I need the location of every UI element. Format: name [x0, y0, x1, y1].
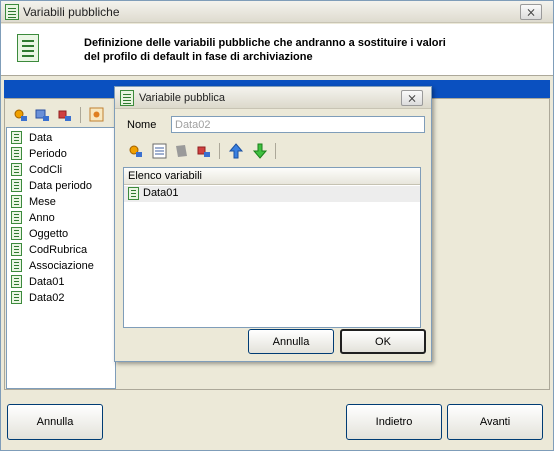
document-green-icon [11, 243, 22, 256]
variables-list[interactable]: Elenco variabili Data01 [123, 167, 421, 328]
list-item[interactable]: Data01 [124, 186, 420, 202]
document-green-icon [11, 195, 22, 208]
dialog-close-button[interactable]: ⨯ [401, 90, 423, 106]
toolbar-separator [275, 143, 276, 159]
delete-icon[interactable] [195, 142, 213, 160]
list-icon[interactable] [151, 142, 169, 160]
add-icon[interactable] [127, 142, 145, 160]
edit-icon[interactable] [173, 142, 191, 160]
dialog-title: Variabile pubblica [139, 92, 226, 104]
dialog-toolbar [127, 142, 287, 160]
back-button[interactable]: Indietro [346, 404, 442, 440]
list-column-header[interactable]: Elenco variabili [124, 168, 420, 185]
delete-icon[interactable] [56, 106, 74, 124]
toolbar-separator [80, 107, 81, 123]
add-icon[interactable] [12, 106, 30, 124]
dialog-ok-button[interactable]: OK [340, 329, 426, 354]
public-variable-dialog: Variabile pubblica ⨯ Nome Elenco variabi… [114, 86, 432, 362]
window-close-button[interactable]: ⨯ [520, 4, 542, 20]
document-green-icon [5, 4, 19, 20]
name-label: Nome [127, 119, 157, 131]
document-green-icon [11, 291, 22, 304]
document-green-icon [11, 211, 22, 224]
header-description: Definizione delle variabili pubbliche ch… [84, 36, 544, 64]
cancel-button[interactable]: Annulla [7, 404, 103, 440]
arrow-up-icon[interactable] [227, 142, 245, 160]
arrow-down-icon[interactable] [251, 142, 269, 160]
document-green-icon [11, 275, 22, 288]
document-green-icon [120, 90, 134, 106]
description-line-1: Definizione delle variabili pubbliche ch… [84, 37, 446, 49]
description-line-2: del profilo di default in fase di archiv… [84, 51, 313, 63]
document-green-icon [11, 147, 22, 160]
properties-icon[interactable] [88, 106, 106, 124]
header-panel: Definizione delle variabili pubbliche ch… [1, 24, 553, 76]
document-green-icon [17, 34, 39, 62]
dialog-cancel-button[interactable]: Annulla [248, 329, 334, 354]
edit-icon[interactable] [34, 106, 52, 124]
window-title: Variabili pubbliche [23, 5, 120, 19]
document-green-icon [11, 227, 22, 240]
document-green-icon [11, 131, 22, 144]
document-green-icon [11, 259, 22, 272]
toolbar-separator [219, 143, 220, 159]
next-button[interactable]: Avanti [447, 404, 543, 440]
window-titlebar: Variabili pubbliche ⨯ [1, 1, 553, 23]
document-green-icon [11, 179, 22, 192]
variables-tree[interactable]: Data Periodo CodCli Data periodo Mese An… [6, 127, 116, 389]
document-green-icon [11, 163, 22, 176]
name-input[interactable] [171, 116, 425, 133]
document-green-icon [128, 187, 139, 200]
dialog-titlebar: Variabile pubblica ⨯ [115, 87, 431, 109]
